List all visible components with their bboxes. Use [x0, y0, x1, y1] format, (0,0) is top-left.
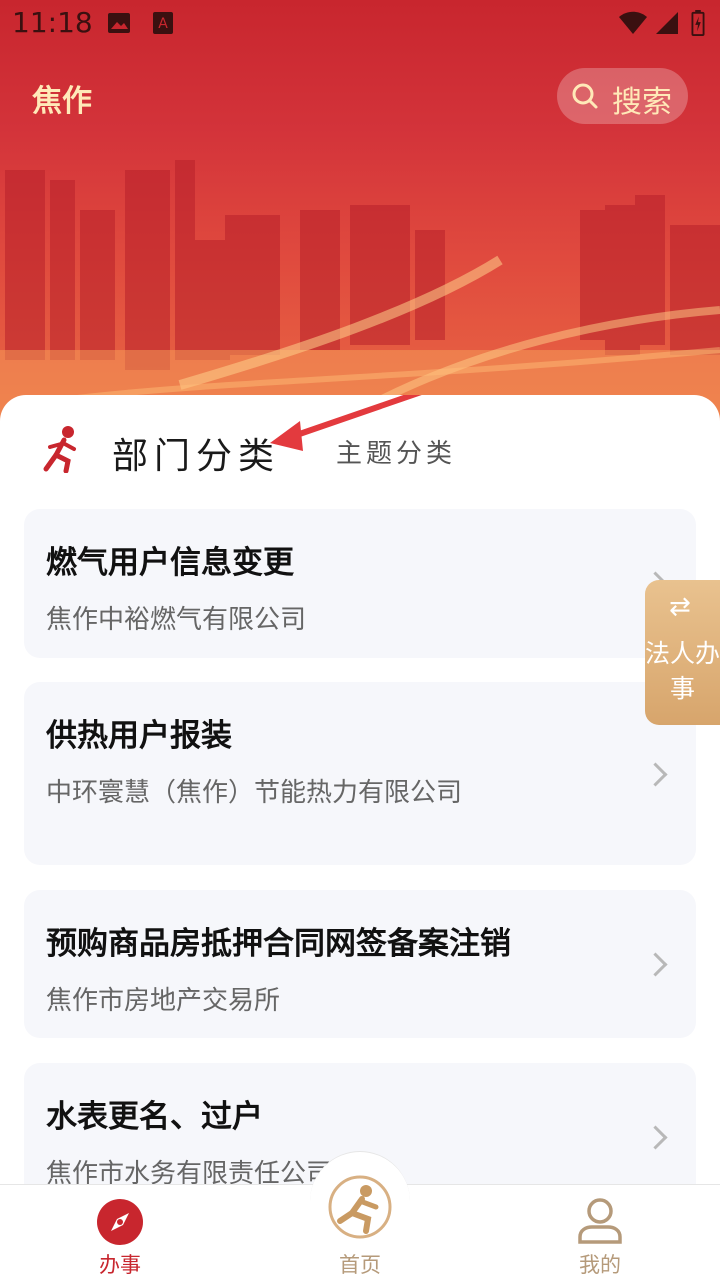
svg-text:A: A: [158, 16, 168, 32]
status-bar: 11:18 A: [0, 0, 720, 48]
search-icon: [572, 83, 598, 109]
service-title: 供热用户报装: [46, 718, 232, 754]
nav-label-me: 我的: [579, 1253, 621, 1277]
service-department: 中环寰慧（焦作）节能热力有限公司: [46, 778, 463, 808]
compass-icon: [97, 1199, 143, 1245]
service-card[interactable]: 供热用户报装 中环寰慧（焦作）节能热力有限公司: [24, 682, 696, 865]
chevron-right-icon: [643, 952, 668, 977]
app-notification-icon: A: [153, 12, 173, 34]
hero-banner: 11:18 A 焦作 搜索: [0, 0, 720, 430]
service-title: 预购商品房抵押合同网签备案注销: [46, 926, 511, 962]
service-department: 焦作市水务有限责任公司: [46, 1159, 333, 1185]
search-button[interactable]: 搜索: [557, 68, 688, 124]
wifi-icon: [619, 11, 647, 34]
city-skyline-image: [0, 160, 720, 430]
user-icon: [578, 1198, 622, 1244]
service-title: 燃气用户信息变更: [46, 545, 294, 581]
signal-icon: [656, 12, 678, 34]
search-label: 搜索: [612, 85, 672, 120]
legal-person-services-button[interactable]: ⇄ 法人办事: [645, 580, 720, 725]
nav-label-services: 办事: [99, 1253, 141, 1277]
nav-item-home[interactable]: 首页: [240, 1175, 480, 1281]
nav-item-services[interactable]: 办事: [0, 1185, 240, 1281]
legal-person-services-label: 法人办事: [645, 639, 720, 703]
chevron-right-icon: [643, 1125, 668, 1150]
service-title: 水表更名、过户: [46, 1099, 263, 1135]
annotation-arrow: [270, 395, 422, 451]
battery-icon: [691, 10, 705, 36]
main-panel: 部门分类 主题分类 燃气用户信息变更 焦作中裕燃气有限公司 供热用户报装 中环寰…: [0, 395, 720, 1185]
service-department: 焦作中裕燃气有限公司: [46, 605, 307, 635]
status-time: 11:18: [12, 6, 93, 39]
nav-label-home: 首页: [339, 1253, 381, 1277]
service-department: 焦作市房地产交易所: [46, 986, 281, 1016]
image-notification-icon: [108, 13, 130, 33]
service-card[interactable]: 预购商品房抵押合同网签备案注销 焦作市房地产交易所: [24, 890, 696, 1038]
nav-item-me[interactable]: 我的: [480, 1185, 720, 1281]
service-card[interactable]: 燃气用户信息变更 焦作中裕燃气有限公司: [24, 509, 696, 658]
home-logo-icon: [328, 1175, 392, 1239]
swap-icon: ⇄: [669, 592, 691, 622]
city-name[interactable]: 焦作: [32, 76, 92, 120]
chevron-right-icon: [643, 762, 668, 787]
bottom-nav: 办事 首页 我的: [0, 1151, 720, 1281]
